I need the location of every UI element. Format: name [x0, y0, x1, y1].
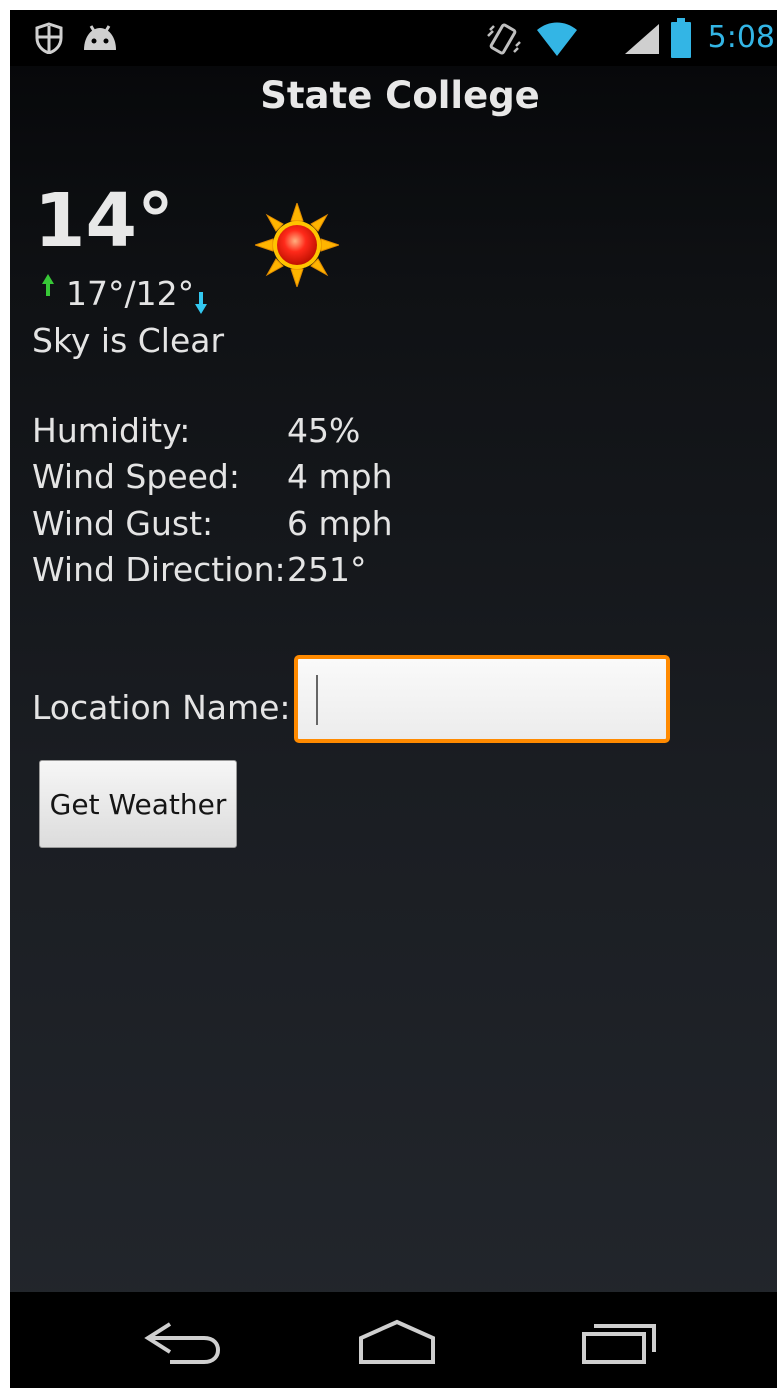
cell-signal-icon [625, 24, 659, 54]
shield-icon [35, 22, 63, 54]
app-screen: 5:08 State College 14° 17°/12° Sky is Cl… [10, 10, 777, 1388]
humidity-value: 45% [287, 411, 361, 450]
wind-gust-label: Wind Gust: [32, 504, 214, 543]
wifi-icon [537, 22, 577, 56]
sun-icon [255, 203, 339, 287]
humidity-label: Humidity: [32, 411, 191, 450]
wind-gust-value: 6 mph [287, 504, 393, 543]
wind-speed-label: Wind Speed: [32, 457, 240, 496]
high-low-temperature: 17°/12° [66, 274, 195, 313]
status-bar: 5:08 [10, 10, 777, 66]
weather-description: Sky is Clear [32, 321, 225, 360]
home-icon[interactable] [355, 1312, 439, 1368]
arrow-up-icon [42, 274, 54, 296]
location-name-input[interactable] [294, 655, 670, 743]
get-weather-button[interactable]: Get Weather [39, 760, 237, 848]
arrow-down-icon [195, 292, 207, 314]
wind-direction-value: 251° [287, 550, 367, 589]
wind-direction-label: Wind Direction: [32, 550, 286, 589]
status-time: 5:08 [707, 20, 775, 55]
android-debug-icon [84, 25, 116, 50]
wind-speed-value: 4 mph [287, 457, 393, 496]
location-name-label: Location Name: [32, 688, 291, 727]
vibrate-icon [487, 23, 521, 55]
navigation-bar [10, 1292, 777, 1388]
recent-apps-icon[interactable] [578, 1312, 662, 1368]
back-icon[interactable] [140, 1312, 224, 1368]
text-cursor [316, 675, 318, 725]
battery-icon [671, 18, 691, 58]
current-temperature: 14° [34, 178, 174, 264]
page-title: State College [260, 74, 540, 117]
